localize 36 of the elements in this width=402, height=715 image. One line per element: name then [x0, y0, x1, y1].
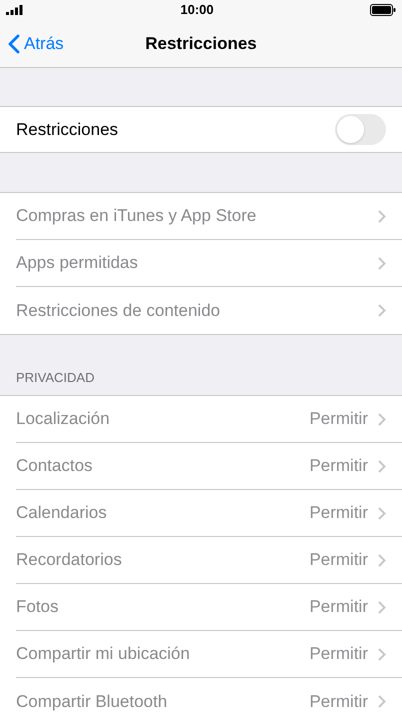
- section-header: PRIVACIDAD: [16, 368, 94, 386]
- row-label: Contactos: [16, 455, 93, 478]
- row-label: Restricciones de contenido: [16, 300, 220, 322]
- signal-icon: [6, 5, 24, 15]
- row-label: Apps permitidas: [16, 252, 138, 274]
- chevron-icon: [378, 412, 386, 426]
- row-value: Permitir: [309, 502, 368, 524]
- row-value: Permitir: [309, 643, 368, 666]
- row-value: Permitir: [309, 549, 368, 572]
- row-label: Fotos: [16, 596, 59, 618]
- chevron-icon: [378, 256, 386, 270]
- row-value: Permitir: [309, 690, 368, 713]
- chevron-icon: [378, 304, 386, 317]
- toggle-switch[interactable]: [335, 114, 386, 145]
- row-value: Permitir: [309, 408, 368, 430]
- chevron-icon: [378, 695, 386, 708]
- chevron-icon: [378, 600, 386, 614]
- chevron-icon: [378, 210, 386, 222]
- row-label: Compartir Bluetooth: [16, 690, 168, 713]
- row-label: Compras en iTunes y App Store: [16, 205, 256, 228]
- row-value: Permitir: [309, 455, 368, 478]
- back-chevron-icon: [8, 34, 20, 54]
- row-label: Recordatorios: [16, 549, 122, 572]
- chevron-icon: [378, 460, 386, 472]
- chevron-icon: [378, 554, 386, 566]
- chevron-icon: [378, 648, 386, 660]
- battery-icon: [370, 4, 396, 16]
- row-value: Permitir: [309, 596, 368, 618]
- row-label: Localización: [16, 408, 110, 430]
- chevron-icon: [378, 506, 386, 520]
- nav-title: Restricciones: [145, 32, 257, 55]
- back-button[interactable]: Atrás: [0, 30, 64, 56]
- row-label: Restricciones: [16, 118, 118, 141]
- row-label: Compartir mi ubicación: [16, 643, 190, 666]
- row-label: Calendarios: [16, 502, 107, 524]
- status-time: 10:00: [180, 1, 214, 20]
